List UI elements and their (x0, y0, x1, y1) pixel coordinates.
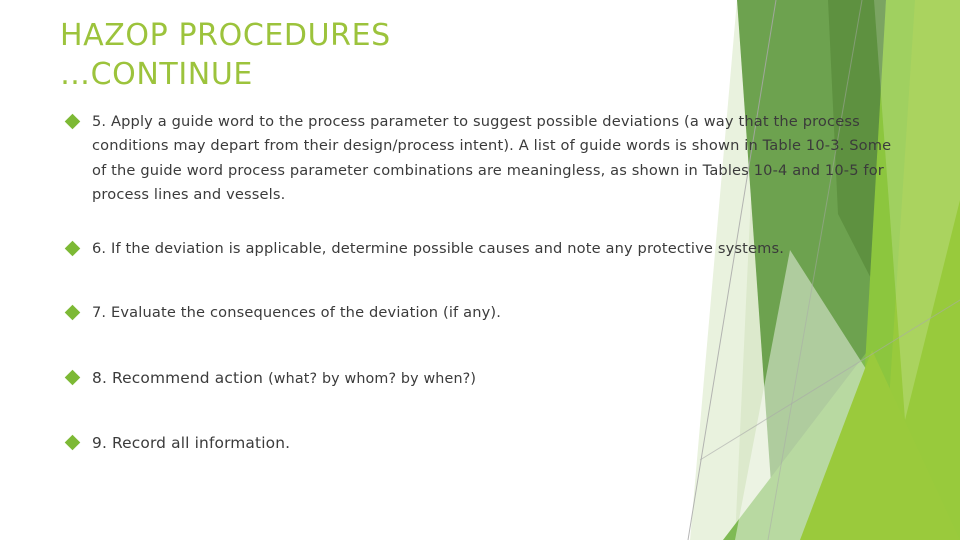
title-line-2: …CONTINUE (60, 57, 253, 92)
bullet-text-step-8-note: (what? by whom? by when?) (268, 370, 477, 387)
bullet-text-step-9: 9. Record all information. (92, 434, 291, 453)
bullet-text-step-5: 5. Apply a guide word to the process par… (92, 113, 892, 203)
diamond-bullet-icon (64, 434, 81, 451)
diamond-bullet-icon (64, 305, 81, 321)
list-item: 9. Record all information. (60, 431, 900, 455)
title-line-1: HAZOP PROCEDURES (60, 18, 391, 53)
diamond-bullet-icon (64, 113, 81, 130)
bullet-text-step-6: 6. If the deviation is applicable, deter… (92, 240, 785, 258)
bullet-text-step-7: 7. Evaluate the consequences of the devi… (92, 304, 502, 322)
list-item: 6. If the deviation is applicable, deter… (60, 237, 900, 261)
diamond-bullet-icon (64, 369, 81, 386)
bullet-list: 5. Apply a guide word to the process par… (60, 110, 900, 455)
slide-canvas: HAZOP PROCEDURES …CONTINUE 5. Apply a gu… (0, 0, 960, 540)
bullet-text-step-8: 8. Recommend action (what? by whom? by w… (92, 366, 900, 391)
slide-title: HAZOP PROCEDURES …CONTINUE (60, 16, 760, 94)
list-item: 7. Evaluate the consequences of the devi… (60, 301, 900, 325)
list-item: 5. Apply a guide word to the process par… (60, 110, 900, 207)
bullet-text-step-8-main: 8. Recommend action (92, 368, 269, 387)
list-item: 8. Recommend action (what? by whom? by w… (60, 366, 900, 391)
diamond-bullet-icon (64, 240, 81, 257)
